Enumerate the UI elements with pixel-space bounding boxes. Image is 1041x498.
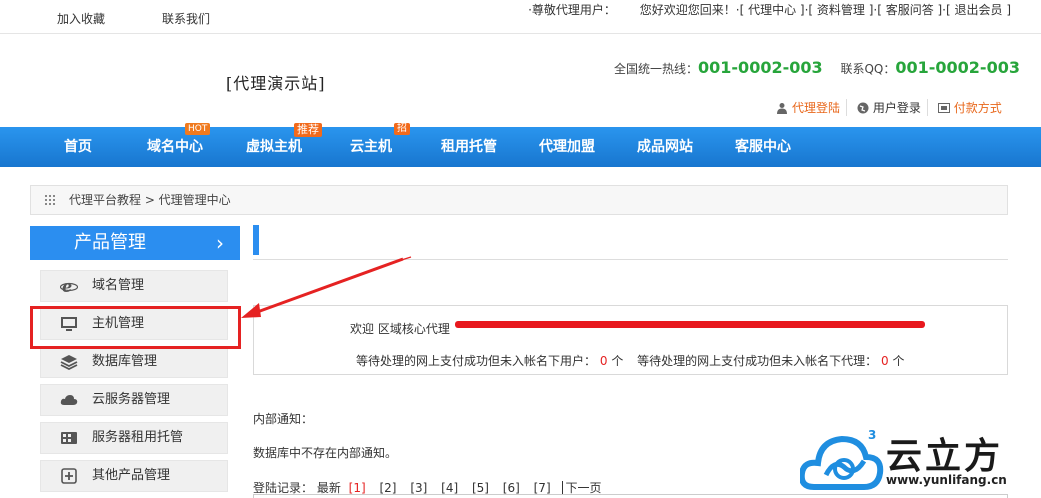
hotline-number: 001-0002-003 [698, 58, 823, 77]
payment-method-label: 付款方式 [953, 101, 1002, 115]
pending-agents-unit: 个 [892, 354, 905, 368]
page-link-1[interactable]: [1] [349, 481, 366, 495]
annotation-arrow [241, 256, 412, 318]
agent-login-link[interactable]: 代理登陆 [770, 99, 848, 116]
nav-virtual-host[interactable]: 虚拟主机 推荐 [246, 123, 322, 167]
pending-payments: 等待处理的网上支付成功但未入帐名下用户： 0 个 等待处理的网上支付成功但未入帐… [356, 352, 904, 369]
svg-text:e: e [62, 278, 72, 294]
nav-virtual-host-label: 虚拟主机 [246, 139, 302, 155]
nav-agent-join[interactable]: 代理加盟 [539, 127, 595, 167]
notice-text: 数据库中不存在内部通知。 [253, 446, 398, 460]
pending-agents-count: 0 [881, 354, 889, 368]
page-link-5[interactable]: [5] [472, 481, 489, 495]
greeting-links[interactable]: 您好欢迎您回来！·[ 代理中心 ]·[ 资料管理 ]·[ 客服问答 ]·[ 退出… [640, 3, 1011, 17]
plus-box-icon [61, 468, 77, 484]
person-icon [777, 102, 787, 114]
login-records-label: 登陆记录： 最新 [253, 481, 341, 495]
nav-domain-center[interactable]: 域名中心 HOT [147, 123, 211, 167]
sidebar-item-label: 其他产品管理 [92, 468, 171, 483]
watermark-url: www.yunlifang.cn [886, 473, 1007, 487]
sidebar-item-label: 云服务器管理 [92, 392, 171, 407]
page: 加入收藏 联系我们 ·尊敬代理用户： 您好欢迎您回来！·[ 代理中心 ]·[ 资… [0, 0, 1041, 498]
qq-label: 联系QQ： [840, 62, 896, 76]
grid-icon [45, 195, 55, 205]
page-link-3[interactable]: [3] [410, 481, 427, 495]
user-login-label: 用户登录 [872, 101, 921, 115]
yunlifang-logo-icon: 3 [800, 428, 884, 490]
nav-cloud-host-label: 云主机 [350, 139, 392, 155]
payment-method-link[interactable]: 付款方式 [932, 99, 1008, 116]
globe-icon [857, 102, 869, 113]
greeting-prefix: ·尊敬代理用户： [528, 3, 616, 17]
cloud-icon [60, 395, 78, 405]
nav-cloud-host[interactable]: 云主机 招 [350, 123, 410, 167]
pending-users-count: 0 [599, 354, 608, 368]
nav-domain-center-label: 域名中心 [147, 139, 203, 155]
highlight-box [30, 306, 241, 349]
pending-users-unit: 个 [611, 354, 624, 368]
page-link-2[interactable]: [2] [379, 481, 396, 495]
pending-users-label: 等待处理的网上支付成功但未入帐名下用户： [356, 354, 597, 368]
top-bar: 加入收藏 联系我们 ·尊敬代理用户： 您好欢迎您回来！·[ 代理中心 ]·[ 资… [0, 0, 1041, 34]
watermark: 3 云立方 www.yunlifang.cn [800, 425, 1030, 497]
account-links: 代理登陆 用户登录 付款方式 [770, 99, 1008, 117]
main-nav: 首页 域名中心 HOT 虚拟主机 推荐 云主机 招 租用托管 代理加盟 成品网站… [0, 123, 1041, 167]
layers-icon [60, 355, 78, 370]
qq-number: 001-0002-003 [895, 58, 1020, 77]
hotline-label: 全国统一热线： [614, 62, 699, 76]
sidebar-header[interactable]: 产品管理 › [30, 226, 240, 260]
new-badge: 招 [394, 123, 410, 135]
redaction-stroke [455, 321, 925, 328]
sidebar-title: 产品管理 [74, 232, 146, 253]
user-greeting: ·尊敬代理用户： 您好欢迎您回来！·[ 代理中心 ]·[ 资料管理 ]·[ 客服… [526, 1, 1011, 18]
recommend-badge: 推荐 [294, 123, 322, 137]
breadcrumb: 代理平台教程 > 代理管理中心 [30, 185, 1008, 215]
user-login-link[interactable]: 用户登录 [851, 99, 928, 116]
content-accent-bar [253, 225, 259, 255]
sidebar-item-domain[interactable]: e 域名管理 [40, 270, 228, 302]
breadcrumb-text[interactable]: 代理平台教程 > 代理管理中心 [69, 193, 231, 207]
contact-info: 全国统一热线：001-0002-003 联系QQ：001-0002-003 [614, 58, 1034, 77]
add-favorite-link[interactable]: 加入收藏 [57, 10, 105, 27]
agent-login-label: 代理登陆 [792, 101, 841, 115]
page-link-4[interactable]: [4] [441, 481, 458, 495]
sidebar-item-label: 数据库管理 [92, 354, 158, 369]
next-page-link[interactable]: 下一页 [562, 481, 602, 495]
server-icon [61, 432, 77, 444]
ie-icon: e [60, 278, 78, 294]
hot-badge: HOT [185, 123, 211, 135]
nav-ready-sites[interactable]: 成品网站 [637, 127, 693, 167]
notice-label: 内部通知： [253, 412, 314, 426]
sidebar-item-server-hosting[interactable]: 服务器租用托管 [40, 422, 228, 454]
payment-icon [937, 102, 950, 113]
site-logo[interactable]: [代理演示站] [226, 70, 326, 94]
page-link-7[interactable]: [7] [534, 481, 551, 495]
sidebar-item-database[interactable]: 数据库管理 [40, 346, 228, 378]
sidebar-item-other[interactable]: 其他产品管理 [40, 460, 228, 492]
svg-text:3: 3 [868, 428, 876, 442]
sidebar-item-cloud-server[interactable]: 云服务器管理 [40, 384, 228, 416]
nav-hosting[interactable]: 租用托管 [441, 127, 497, 167]
chevron-right-icon: › [216, 231, 224, 255]
page-link-6[interactable]: [6] [503, 481, 520, 495]
contact-us-link[interactable]: 联系我们 [162, 10, 210, 27]
nav-support-center[interactable]: 客服中心 [735, 127, 791, 167]
nav-home[interactable]: 首页 [64, 127, 92, 167]
sidebar-item-label: 域名管理 [92, 278, 145, 293]
pending-agents-label: 等待处理的网上支付成功但未入帐名下代理： [637, 354, 878, 368]
sidebar-item-label: 服务器租用托管 [92, 430, 184, 445]
watermark-name: 云立方 [886, 436, 1004, 477]
